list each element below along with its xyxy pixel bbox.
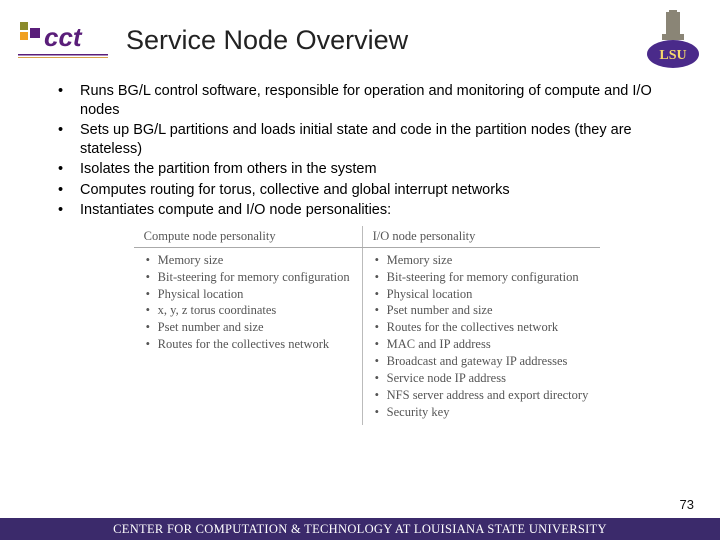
footer-text: CENTER FOR COMPUTATION & TECHNOLOGY AT L… (113, 522, 607, 537)
bullet-text: Isolates the partition from others in th… (80, 160, 377, 179)
bullet-icon: • (54, 82, 80, 119)
bullet-icon: • (54, 181, 80, 200)
bullet-text: Computes routing for torus, collective a… (80, 181, 510, 200)
slide-header: cct Service Node Overview LSU (0, 0, 720, 74)
table-cell: Memory size Bit-steering for memory conf… (362, 247, 600, 424)
svg-text:LSU: LSU (659, 48, 686, 63)
sub-item: Bit-steering for memory configuration (373, 269, 589, 286)
list-item: •Computes routing for torus, collective … (54, 181, 680, 200)
cct-logo-icon: cct (18, 16, 108, 64)
table-header: Compute node personality (134, 226, 362, 248)
list-item: •Isolates the partition from others in t… (54, 160, 680, 179)
bullet-text: Sets up BG/L partitions and loads initia… (80, 121, 680, 158)
sub-item: Security key (373, 404, 589, 421)
bullet-icon: • (54, 160, 80, 179)
sub-item: MAC and IP address (373, 336, 589, 353)
bullet-icon: • (54, 201, 80, 220)
sub-item: x, y, z torus coordinates (144, 302, 350, 319)
personality-table: Compute node personality I/O node person… (134, 226, 601, 425)
list-item: •Runs BG/L control software, responsible… (54, 82, 680, 119)
sub-item: Physical location (373, 286, 589, 303)
lsu-logo-icon: LSU (644, 10, 702, 70)
io-personality-list: Memory size Bit-steering for memory conf… (373, 252, 589, 421)
sub-item: Memory size (373, 252, 589, 269)
slide-content: •Runs BG/L control software, responsible… (0, 74, 720, 425)
sub-item: Physical location (144, 286, 350, 303)
page-number: 73 (680, 497, 694, 512)
list-item: •Sets up BG/L partitions and loads initi… (54, 121, 680, 158)
svg-text:cct: cct (44, 22, 83, 52)
personality-table-wrap: Compute node personality I/O node person… (54, 226, 680, 425)
compute-personality-list: Memory size Bit-steering for memory conf… (144, 252, 350, 353)
table-header: I/O node personality (362, 226, 600, 248)
sub-item: Broadcast and gateway IP addresses (373, 353, 589, 370)
sub-item: Routes for the collectives network (144, 336, 350, 353)
sub-item: Memory size (144, 252, 350, 269)
bullet-text: Instantiates compute and I/O node person… (80, 201, 391, 220)
bullet-text: Runs BG/L control software, responsible … (80, 82, 680, 119)
sub-item: Bit-steering for memory configuration (144, 269, 350, 286)
sub-item: NFS server address and export directory (373, 387, 589, 404)
footer-bar: CENTER FOR COMPUTATION & TECHNOLOGY AT L… (0, 518, 720, 540)
slide-title: Service Node Overview (126, 25, 644, 56)
bullet-icon: • (54, 121, 80, 158)
table-cell: Memory size Bit-steering for memory conf… (134, 247, 362, 424)
sub-item: Routes for the collectives network (373, 319, 589, 336)
sub-item: Service node IP address (373, 370, 589, 387)
sub-item: Pset number and size (144, 319, 350, 336)
sub-item: Pset number and size (373, 302, 589, 319)
main-bullet-list: •Runs BG/L control software, responsible… (54, 82, 680, 220)
list-item: •Instantiates compute and I/O node perso… (54, 201, 680, 220)
